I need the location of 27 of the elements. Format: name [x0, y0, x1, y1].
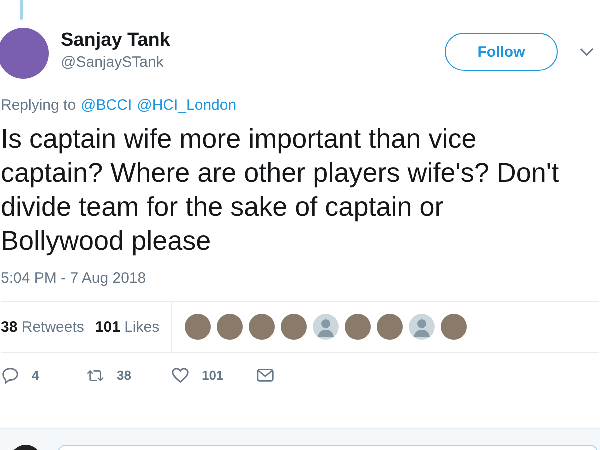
liker-photo-placeholder[interactable]	[216, 314, 243, 340]
author-handle[interactable]: @SanjaySTank	[61, 53, 170, 73]
replying-label: Replying to	[1, 97, 76, 114]
action-count: 38	[117, 368, 132, 382]
liker-photo-placeholder[interactable]	[344, 314, 371, 340]
heart-icon[interactable]	[171, 366, 190, 384]
stat-link[interactable]: 38 Retweets	[1, 318, 84, 336]
thread-line	[20, 0, 23, 20]
tweet-text: Is captain wife more important than vice captain? Where are other players wife's? Don't divide team for the sake of captain or Bollywood please	[1, 123, 560, 258]
mention-link[interactable]: @HCI_London	[137, 97, 237, 114]
avatar-photo-placeholder[interactable]	[0, 28, 49, 79]
default-avatar-icon[interactable]	[312, 314, 339, 340]
liker-photo-placeholder[interactable]	[376, 314, 403, 340]
liker-photo-placeholder[interactable]	[280, 314, 307, 340]
liker-photo-placeholder[interactable]	[440, 314, 467, 340]
author-name[interactable]: Sanjay Tank	[61, 29, 170, 53]
follow-button[interactable]: Follow	[445, 33, 558, 71]
stat-link[interactable]: 101 Likes	[95, 318, 160, 336]
liker-photo-placeholder[interactable]	[184, 314, 211, 340]
action-count: 101	[202, 368, 224, 382]
action-count: 4	[32, 368, 40, 382]
tweet-timestamp[interactable]: 5:04 PM - 7 Aug 2018	[1, 270, 600, 287]
default-avatar-icon[interactable]	[408, 314, 435, 340]
mention-link[interactable]: @BCCI	[81, 97, 132, 114]
liker-photo-placeholder[interactable]	[248, 314, 275, 340]
speech-bubble-icon[interactable]	[1, 366, 20, 384]
chevron-down-icon[interactable]	[580, 48, 594, 57]
